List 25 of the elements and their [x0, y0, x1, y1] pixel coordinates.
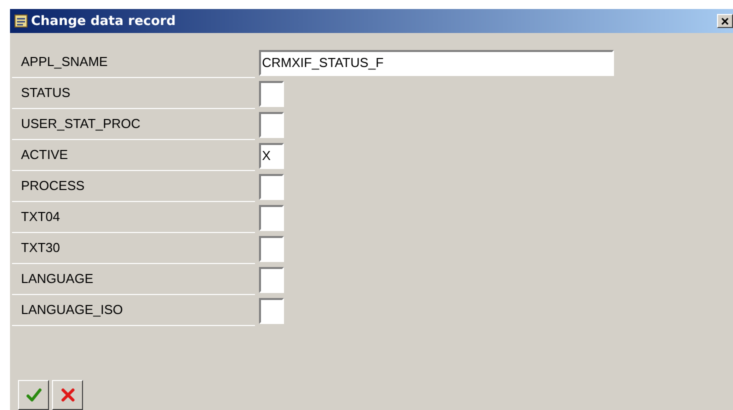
confirm-button[interactable]	[18, 380, 49, 410]
input-field[interactable]	[259, 236, 284, 262]
cancel-button[interactable]	[52, 380, 83, 410]
input-field[interactable]	[259, 112, 284, 138]
input-field[interactable]: X	[259, 142, 284, 168]
close-icon	[60, 387, 76, 403]
input-field[interactable]	[259, 204, 284, 230]
field-label: TXT30	[12, 233, 255, 264]
window-icon	[14, 14, 28, 28]
check-icon	[26, 387, 42, 403]
field-label: TXT04	[12, 202, 255, 233]
field-label: USER_STAT_PROC	[12, 109, 255, 140]
window-title: Change data record	[31, 14, 177, 28]
field-label: LANGUAGE_ISO	[12, 295, 255, 326]
input-field[interactable]	[259, 266, 284, 292]
field-label: PROCESS	[12, 171, 255, 202]
input-field[interactable]: CRMXIF_STATUS_F	[259, 50, 614, 76]
field-label: APPL_SNAME	[12, 47, 255, 78]
field-label: LANGUAGE	[12, 264, 255, 295]
field-label: ACTIVE	[12, 140, 255, 171]
input-field[interactable]	[259, 298, 284, 324]
input-field[interactable]	[259, 174, 284, 200]
input-field[interactable]	[259, 80, 284, 106]
field-label: STATUS	[12, 78, 255, 109]
close-button[interactable]: ×	[717, 14, 733, 28]
